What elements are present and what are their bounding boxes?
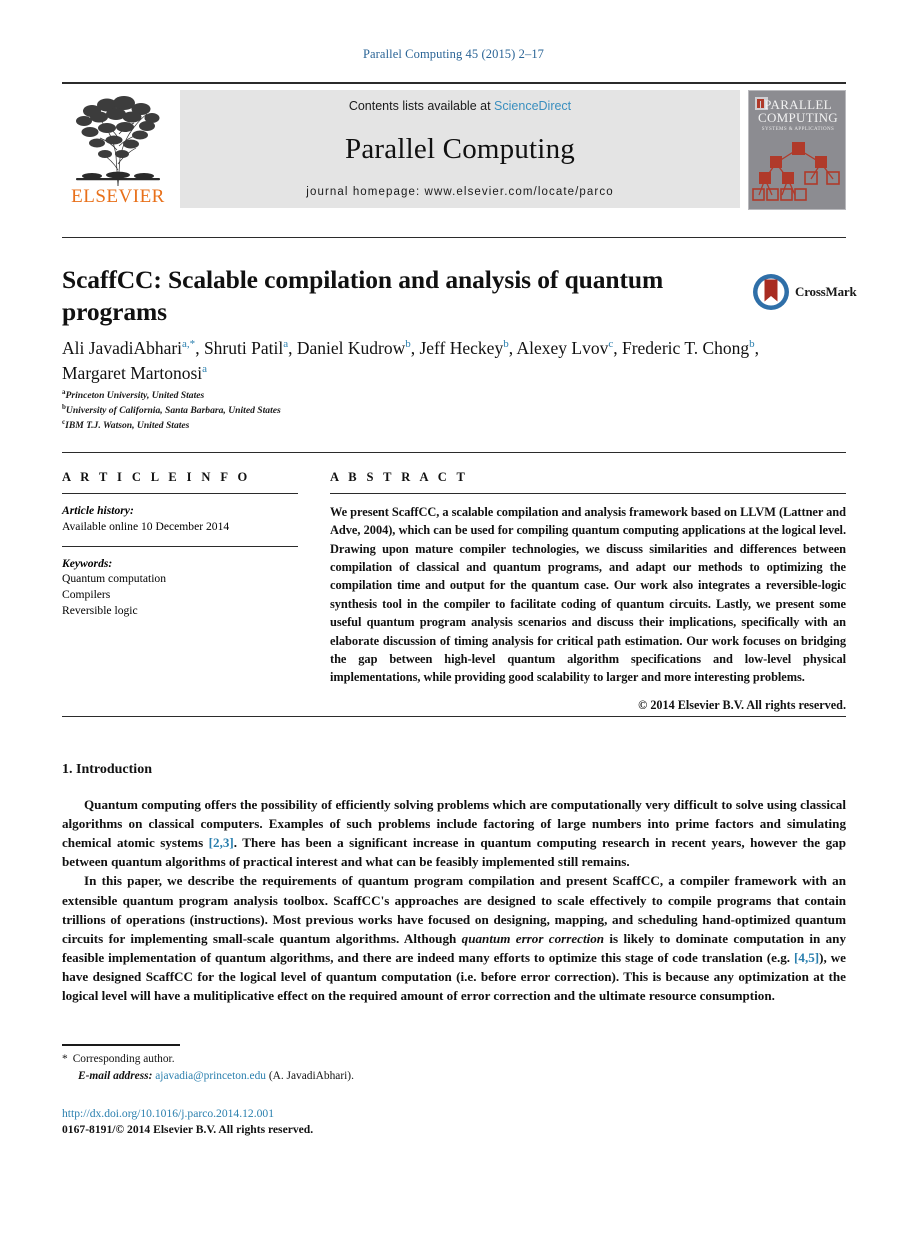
corresponding-author-label: Corresponding author. xyxy=(72,1053,175,1065)
cover-title-line1: PARALLEL xyxy=(764,97,832,112)
affiliation-item: aPrinceton University, United States xyxy=(62,388,582,403)
article-info-column: A R T I C L E I N F O Article history: A… xyxy=(62,470,298,619)
footnote-rule xyxy=(62,1044,180,1046)
contents-prefix: Contents lists available at xyxy=(348,99,491,113)
keywords-group: Keywords: Quantum computation Compilers … xyxy=(62,556,298,619)
email-label: E-mail address: xyxy=(78,1070,153,1083)
journal-homepage-link[interactable]: journal homepage: www.elsevier.com/locat… xyxy=(306,186,613,198)
article-info-heading-rule xyxy=(62,493,298,494)
affiliation-item: bUniversity of California, Santa Barbara… xyxy=(62,403,582,418)
crossmark-label: CrossMark xyxy=(795,284,857,299)
paper-page: Parallel Computing 45 (2015) 2–17 ELSEVI… xyxy=(0,0,907,1238)
citation-link[interactable]: [2,3] xyxy=(209,835,234,850)
affiliation-item: cIBM T.J. Watson, United States xyxy=(62,418,582,433)
issn-copyright-line: 0167-8191/© 2014 Elsevier B.V. All right… xyxy=(62,1123,314,1137)
article-history-group: Article history: Available online 10 Dec… xyxy=(62,503,298,535)
article-history-label: Article history: xyxy=(62,504,134,517)
corresponding-author-marker: * xyxy=(62,1053,68,1065)
article-history-value: Available online 10 December 2014 xyxy=(62,519,230,533)
affiliation-text: University of California, Santa Barbara,… xyxy=(65,404,281,416)
doi-block: http://dx.doi.org/10.1016/j.parco.2014.1… xyxy=(62,1106,582,1139)
email-owner: (A. JavadiAbhari). xyxy=(268,1070,354,1083)
abstract-heading-rule xyxy=(330,493,846,494)
masthead-bottom-rule xyxy=(62,237,846,238)
affiliation-list: aPrinceton University, United States bUn… xyxy=(62,388,582,432)
email-line: E-mail address: ajavadia@princeton.edu (… xyxy=(62,1068,582,1085)
abstract-column: A B S T R A C T We present ScaffCC, a sc… xyxy=(330,470,846,713)
running-head: Parallel Computing 45 (2015) 2–17 xyxy=(362,47,545,61)
section-heading-introduction: 1. Introduction xyxy=(62,762,152,777)
elsevier-wordmark: ELSEVIER xyxy=(71,186,165,207)
journal-title: Parallel Computing xyxy=(345,133,575,165)
elsevier-logo: ELSEVIER xyxy=(62,90,174,210)
contents-available-line: Contents lists available at ScienceDirec… xyxy=(349,99,571,113)
body-top-rule xyxy=(62,716,846,717)
footnote-block: * Corresponding author. E-mail address: a… xyxy=(62,1051,582,1085)
elsevier-tree-icon xyxy=(76,96,160,187)
author-list: Ali JavadiAbharia,*, Shruti Patila, Dani… xyxy=(62,338,760,383)
article-info-heading: A R T I C L E I N F O xyxy=(62,470,251,484)
keyword-item: Reversible logic xyxy=(62,603,138,617)
affiliation-text: Princeton University, United States xyxy=(65,390,205,402)
journal-cover-thumbnail[interactable]: PARALLEL COMPUTING SYSTEMS & APPLICATION… xyxy=(748,90,846,210)
citation-link[interactable]: [4,5] xyxy=(794,950,819,965)
crossmark-badge[interactable]: CrossMark xyxy=(752,272,857,312)
paragraph: Quantum computing offers the possibility… xyxy=(62,795,846,871)
affiliation-text: IBM T.J. Watson, United States xyxy=(65,419,190,431)
crossmark-badge-icon xyxy=(752,273,790,311)
cover-title-line3: SYSTEMS & APPLICATIONS xyxy=(761,126,835,132)
abstract-copyright: © 2014 Elsevier B.V. All rights reserved… xyxy=(638,697,846,712)
email-link[interactable]: ajavadia@princeton.edu xyxy=(155,1070,266,1082)
emphasis-text: quantum error correction xyxy=(461,930,605,946)
doi-link[interactable]: http://dx.doi.org/10.1016/j.parco.2014.1… xyxy=(62,1106,582,1122)
corresponding-author-line: * Corresponding author. xyxy=(62,1051,582,1068)
cover-title-line2: COMPUTING xyxy=(758,110,838,126)
journal-info-box: Contents lists available at ScienceDirec… xyxy=(180,90,740,208)
page-title: ScaffCC: Scalable compilation and analys… xyxy=(62,265,664,327)
cover-title: PARALLEL COMPUTING SYSTEMS & APPLICATION… xyxy=(749,97,845,132)
paragraph: In this paper, we describe the requireme… xyxy=(62,871,846,1005)
abstract-body: We present ScaffCC, a scalable compilati… xyxy=(330,505,846,685)
keyword-item: Compilers xyxy=(62,588,111,602)
keyword-item: Quantum computation xyxy=(62,572,167,586)
journal-masthead: ELSEVIER Contents lists available at Sci… xyxy=(62,82,846,210)
keywords-label: Keywords: xyxy=(62,556,113,570)
article-info-separator xyxy=(62,545,298,547)
binary-tree-icon xyxy=(752,142,840,201)
introduction-body: Quantum computing offers the possibility… xyxy=(62,795,846,1005)
sciencedirect-link[interactable]: ScienceDirect xyxy=(494,99,571,113)
info-top-rule xyxy=(62,452,846,453)
abstract-heading: A B S T R A C T xyxy=(330,470,469,484)
